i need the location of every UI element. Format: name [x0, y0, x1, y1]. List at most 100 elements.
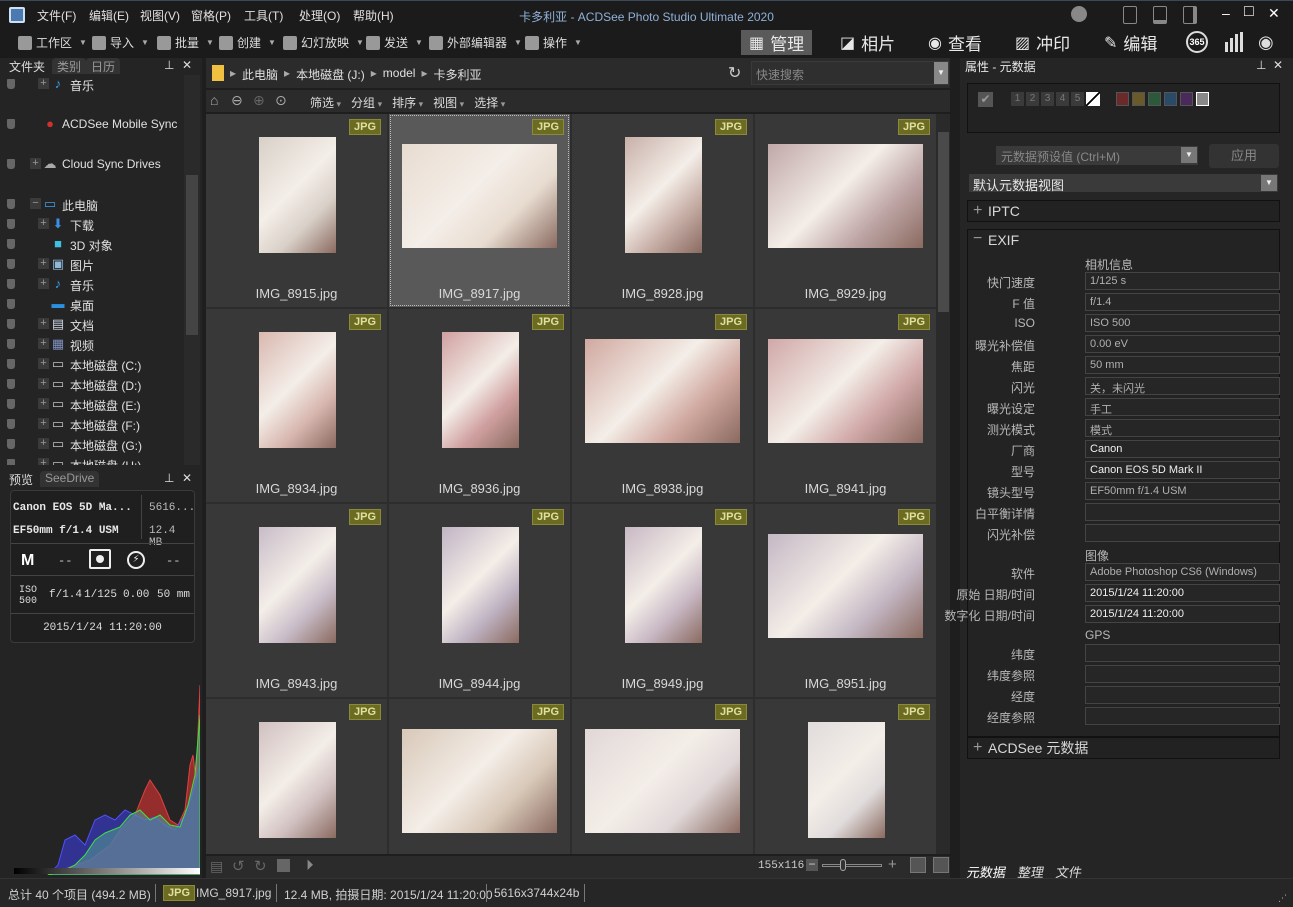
- tree-item[interactable]: + ▭ 本地磁盘 (G:): [0, 434, 184, 454]
- file-thumbnail[interactable]: JPG IMG_8929.jpg: [755, 114, 936, 307]
- rotate-right-icon[interactable]: ↻: [254, 857, 267, 875]
- close-button[interactable]: ✕: [1268, 5, 1280, 22]
- exif-value-field[interactable]: 2015/1/24 11:20:00: [1085, 605, 1280, 623]
- file-thumbnail[interactable]: JPG IMG_8943.jpg: [206, 504, 387, 697]
- resize-grip-icon[interactable]: ⋰: [1278, 893, 1287, 904]
- back-icon[interactable]: ⊖: [231, 92, 243, 109]
- tree-item[interactable]: + ♪ 音乐: [0, 75, 184, 94]
- maximize-button[interactable]: □: [1244, 3, 1254, 21]
- file-thumbnail[interactable]: JPG IMG_8934.jpg: [206, 309, 387, 502]
- bookmark-icon[interactable]: [7, 159, 15, 169]
- thumb-size-slider[interactable]: [822, 859, 882, 871]
- mode-365-button[interactable]: 365: [1186, 31, 1208, 53]
- pin-icon[interactable]: ⊥: [164, 58, 174, 72]
- layout-right-icon[interactable]: [1183, 6, 1197, 24]
- tree-item[interactable]: ▬ 桌面: [0, 294, 184, 314]
- rating-5-button[interactable]: 5: [1071, 92, 1084, 106]
- exif-value-field[interactable]: [1085, 503, 1280, 521]
- close-pane-icon[interactable]: ✕: [182, 471, 192, 485]
- toolbar-batch-button[interactable]: 批量 ▼: [157, 34, 214, 51]
- close-pane-icon[interactable]: ✕: [1273, 58, 1283, 72]
- tree-item[interactable]: − ▭ 此电脑: [0, 194, 184, 214]
- rating-1-button[interactable]: 1: [1011, 92, 1024, 106]
- exif-value-field[interactable]: 0.00 eV: [1085, 335, 1280, 353]
- zoom-in-button[interactable]: +: [888, 856, 897, 873]
- file-thumbnail[interactable]: JPG IMG_8928.jpg: [572, 114, 753, 307]
- color-label-button[interactable]: [1180, 92, 1193, 106]
- forward-icon[interactable]: ⊕: [253, 92, 265, 109]
- expand-icon[interactable]: +: [38, 378, 49, 389]
- bookmark-icon[interactable]: [7, 239, 15, 249]
- home-icon[interactable]: ⌂: [210, 92, 218, 108]
- grid-scrollbar[interactable]: [936, 114, 950, 854]
- tree-item[interactable]: + ▭ 本地磁盘 (E:): [0, 394, 184, 414]
- tab-categories[interactable]: 类别: [52, 58, 87, 74]
- toolbar-slideshow-button[interactable]: 幻灯放映 ▼: [283, 34, 364, 51]
- bookmark-icon[interactable]: [7, 259, 15, 269]
- exif-value-field[interactable]: ISO 500: [1085, 314, 1280, 332]
- bookmark-icon[interactable]: [7, 359, 15, 369]
- expand-icon[interactable]: +: [30, 158, 41, 169]
- toolbar-send-button[interactable]: 发送 ▼: [366, 34, 423, 51]
- bookmark-icon[interactable]: [7, 379, 15, 389]
- section-exif[interactable]: − EXIF: [968, 230, 1279, 252]
- expand-icon[interactable]: +: [38, 218, 49, 229]
- exif-value-field[interactable]: 2015/1/24 11:20:00: [1085, 584, 1280, 602]
- select-all-icon[interactable]: [277, 859, 290, 872]
- mode-tab-4[interactable]: ✎ 编辑: [1096, 30, 1165, 55]
- exif-value-field[interactable]: Adobe Photoshop CS6 (Windows): [1085, 563, 1280, 581]
- bookmark-icon[interactable]: [7, 459, 15, 465]
- color-label-button[interactable]: [1132, 92, 1145, 106]
- mode-tab-1[interactable]: ◪ 相片: [832, 30, 903, 55]
- expand-icon[interactable]: +: [38, 458, 49, 465]
- exif-value-field[interactable]: [1085, 644, 1280, 662]
- bookmark-icon[interactable]: [7, 299, 15, 309]
- bookmark-icon[interactable]: [7, 339, 15, 349]
- file-thumbnail[interactable]: JPG: [572, 699, 753, 854]
- bookmark-icon[interactable]: [7, 199, 15, 209]
- file-thumbnail[interactable]: JPG IMG_8949.jpg: [572, 504, 753, 697]
- expand-icon[interactable]: +: [38, 318, 49, 329]
- rotate-left-icon[interactable]: ↺: [232, 857, 245, 875]
- apply-button[interactable]: 应用: [1209, 144, 1279, 168]
- file-thumbnail[interactable]: JPG IMG_8936.jpg: [389, 309, 570, 502]
- rating-4-button[interactable]: 4: [1056, 92, 1069, 106]
- pin-icon[interactable]: ⊥: [1256, 58, 1266, 72]
- breadcrumb-item[interactable]: 本地磁盘 (J:): [296, 66, 365, 83]
- tree-item[interactable]: + ▭ 本地磁盘 (C:): [0, 354, 184, 374]
- file-thumbnail[interactable]: JPG IMG_8944.jpg: [389, 504, 570, 697]
- exif-value-field[interactable]: 模式: [1085, 419, 1280, 437]
- close-pane-icon[interactable]: ✕: [182, 58, 192, 72]
- expand-icon[interactable]: +: [38, 78, 49, 89]
- rating-2-button[interactable]: 2: [1026, 92, 1039, 106]
- bookmark-icon[interactable]: [7, 399, 15, 409]
- exif-value-field[interactable]: EF50mm f/1.4 USM: [1085, 482, 1280, 500]
- bookmark-icon[interactable]: [7, 79, 15, 89]
- expand-icon[interactable]: +: [38, 258, 49, 269]
- account-icon[interactable]: [1071, 6, 1087, 22]
- bookmark-icon[interactable]: [7, 279, 15, 289]
- details-view-icon[interactable]: [933, 857, 949, 873]
- layout-bottom-icon[interactable]: [1153, 6, 1167, 24]
- tree-scrollbar[interactable]: [184, 75, 200, 465]
- mode-tab-2[interactable]: ◉ 查看: [920, 30, 990, 55]
- rating-3-button[interactable]: 3: [1041, 92, 1054, 106]
- exif-value-field[interactable]: [1085, 686, 1280, 704]
- expand-icon[interactable]: +: [38, 278, 49, 289]
- tree-item[interactable]: + ▣ 图片: [0, 254, 184, 274]
- color-label-button[interactable]: [1116, 92, 1129, 106]
- chevron-right-icon[interactable]: ▸: [421, 66, 427, 83]
- nav-menu-item[interactable]: 分组 ▾: [351, 94, 382, 111]
- bookmark-icon[interactable]: [7, 119, 15, 129]
- tree-item[interactable]: ■ 3D 对象: [0, 234, 184, 254]
- refresh-icon[interactable]: ↻: [728, 63, 741, 83]
- exif-value-field[interactable]: [1085, 524, 1280, 542]
- tree-item[interactable]: + ♪ 音乐: [0, 274, 184, 294]
- toolbar-create-button[interactable]: 创建 ▼: [219, 34, 276, 51]
- expand-icon[interactable]: +: [38, 438, 49, 449]
- tree-item[interactable]: + ▭ 本地磁盘 (F:): [0, 414, 184, 434]
- exif-value-field[interactable]: 50 mm: [1085, 356, 1280, 374]
- zoom-out-button[interactable]: −: [806, 858, 818, 871]
- exif-value-field[interactable]: Canon EOS 5D Mark II: [1085, 461, 1280, 479]
- chevron-right-icon[interactable]: ▸: [371, 66, 377, 83]
